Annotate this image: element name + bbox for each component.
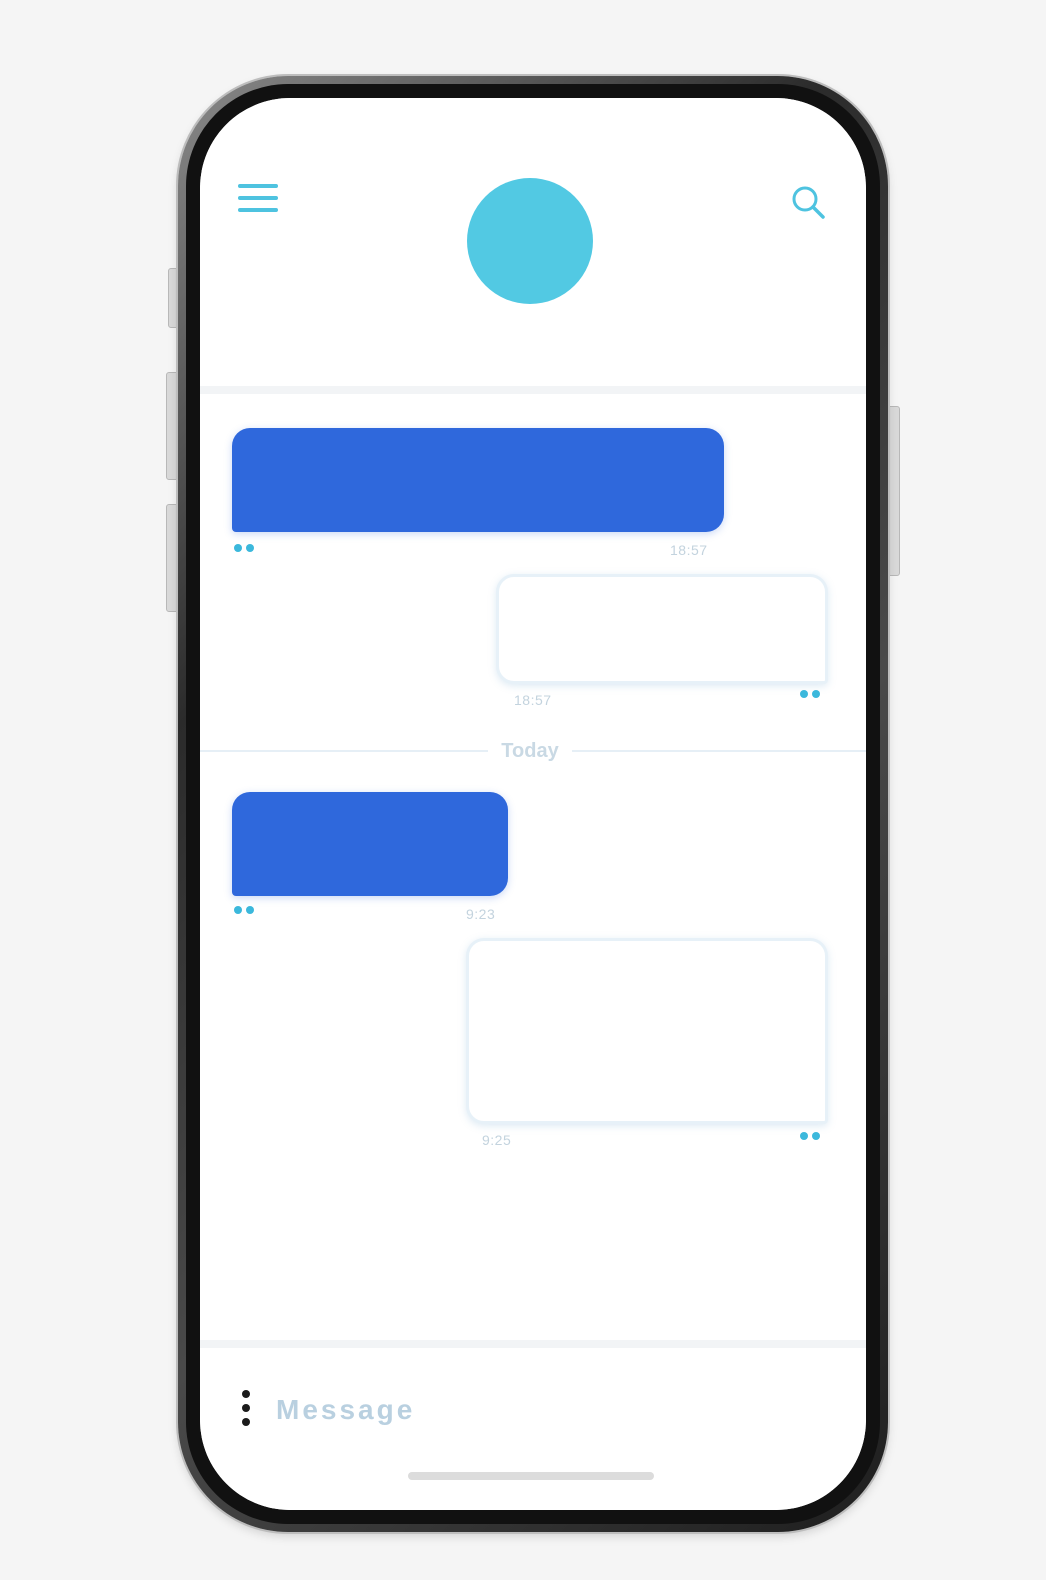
vertical-dots-icon[interactable] bbox=[240, 1390, 252, 1430]
search-icon[interactable] bbox=[790, 184, 826, 220]
read-receipt-icon bbox=[800, 690, 830, 698]
phone-frame: 18:57 18:57 Today 9:23 9:25 bbox=[178, 76, 888, 1532]
message-time: 18:57 bbox=[670, 542, 708, 558]
chat-header bbox=[200, 98, 866, 386]
composer-divider bbox=[200, 1340, 866, 1348]
stage: 18:57 18:57 Today 9:23 9:25 bbox=[0, 0, 1046, 1580]
day-separator-label: Today bbox=[488, 738, 572, 764]
header-divider bbox=[200, 386, 866, 394]
home-indicator[interactable] bbox=[408, 1472, 654, 1480]
outgoing-message-bubble[interactable] bbox=[466, 938, 828, 1124]
message-input[interactable] bbox=[276, 1392, 796, 1428]
incoming-message-bubble[interactable] bbox=[232, 792, 508, 896]
message-time: 18:57 bbox=[514, 692, 552, 708]
menu-icon[interactable] bbox=[238, 184, 278, 214]
outgoing-message-bubble[interactable] bbox=[496, 574, 828, 684]
read-receipt-icon bbox=[234, 544, 264, 552]
chat-screen: 18:57 18:57 Today 9:23 9:25 bbox=[200, 98, 866, 1510]
incoming-message-bubble[interactable] bbox=[232, 428, 724, 532]
read-receipt-icon bbox=[234, 906, 264, 914]
power-button[interactable] bbox=[886, 406, 900, 576]
avatar[interactable] bbox=[467, 178, 593, 304]
read-receipt-icon bbox=[800, 1132, 830, 1140]
message-time: 9:25 bbox=[482, 1132, 512, 1148]
message-composer bbox=[200, 1348, 866, 1510]
message-time: 9:23 bbox=[466, 906, 496, 922]
